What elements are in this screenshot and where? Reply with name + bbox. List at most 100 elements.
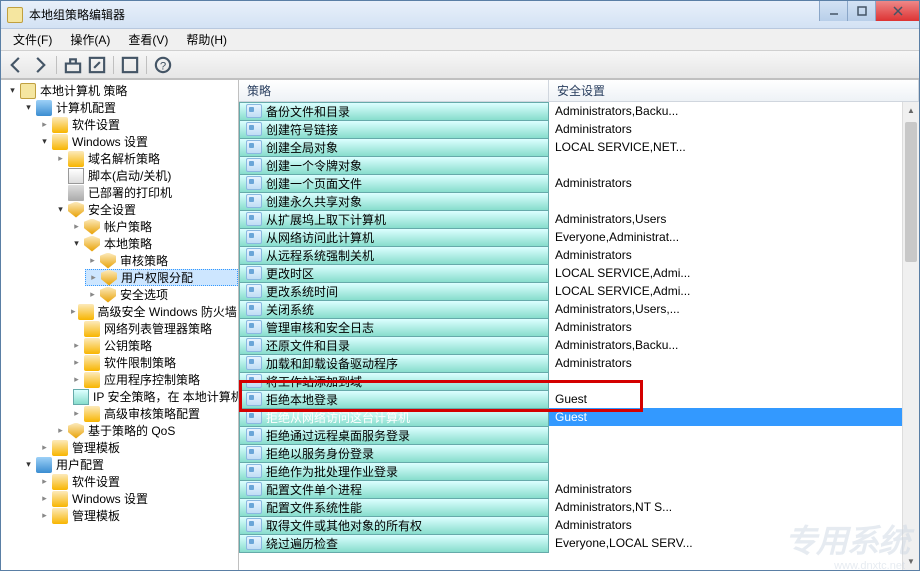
close-button[interactable] (875, 1, 919, 21)
script-icon (68, 168, 84, 184)
folder-icon (84, 372, 100, 388)
tree-u-software[interactable]: 软件设置 (37, 473, 238, 490)
tree-security-options[interactable]: 安全选项 (85, 286, 238, 303)
tree-name-resolution[interactable]: 域名解析策略 (53, 150, 238, 167)
tree-u-admin[interactable]: 管理模板 (37, 507, 238, 524)
tree-public-key[interactable]: 公钥策略 (69, 337, 238, 354)
tree-u-windows[interactable]: Windows 设置 (37, 490, 238, 507)
tree-local-policies[interactable]: 本地策略 (69, 235, 238, 252)
app-icon (7, 7, 23, 23)
policy-row[interactable]: 从扩展坞上取下计算机Administrators,Users (239, 210, 919, 228)
policy-row[interactable]: 更改系统时间 LOCAL SERVICE,Admi... (239, 282, 919, 300)
policy-row[interactable]: 配置文件系统性能Administrators,NT S... (239, 498, 919, 516)
tree-wfas[interactable]: 高级安全 Windows 防火墙 (69, 303, 238, 320)
tree-srp[interactable]: 软件限制策略 (69, 354, 238, 371)
policy-row[interactable]: 备份文件和目录Administrators,Backu... (239, 102, 919, 120)
policy-setting: Administrators (549, 248, 919, 262)
tree-ipsec[interactable]: IP 安全策略，在 本地计算机 (69, 388, 238, 405)
policy-row[interactable]: 还原文件和目录Administrators,Backu... (239, 336, 919, 354)
tree-admin-templates[interactable]: 管理模板 (37, 439, 238, 456)
policy-name: 拒绝作为批处理作业登录 (266, 463, 398, 480)
tree-nlm[interactable]: 网络列表管理器策略 (69, 320, 238, 337)
back-button[interactable] (5, 54, 27, 76)
tree-label: 管理模板 (72, 507, 120, 524)
policy-setting: LOCAL SERVICE,Admi... (549, 284, 919, 298)
vertical-scrollbar[interactable]: ▲ ▼ (902, 102, 919, 570)
menu-view[interactable]: 查看(V) (120, 29, 176, 50)
policy-row[interactable]: 将工作站添加到域 (239, 372, 919, 390)
menu-file[interactable]: 文件(F) (5, 29, 60, 50)
tree-computer-config[interactable]: 计算机配置 (21, 99, 238, 116)
menu-action[interactable]: 操作(A) (62, 29, 118, 50)
policy-row[interactable]: 从远程系统强制关机 Administrators (239, 246, 919, 264)
policy-row[interactable]: 拒绝作为批处理作业登录 (239, 462, 919, 480)
tree-root[interactable]: 本地计算机 策略 (5, 82, 238, 99)
tree-policy-qos[interactable]: 基于策略的 QoS (53, 422, 238, 439)
up-button[interactable] (62, 54, 84, 76)
scroll-up-arrow[interactable]: ▲ (903, 102, 919, 119)
policy-row[interactable]: 拒绝本地登录Guest (239, 390, 919, 408)
policy-icon (246, 500, 262, 514)
tree-audit-policy[interactable]: 审核策略 (85, 252, 238, 269)
tree-label: 审核策略 (120, 252, 168, 269)
policy-row[interactable]: 加载和卸载设备驱动程序Administrators (239, 354, 919, 372)
policy-row[interactable]: 更改时区LOCAL SERVICE,Admi... (239, 264, 919, 282)
tree-adv-audit[interactable]: 高级审核策略配置 (69, 405, 238, 422)
tree-app-control[interactable]: 应用程序控制策略 (69, 371, 238, 388)
tree-security-settings[interactable]: 安全设置 (53, 201, 238, 218)
tree-software-settings[interactable]: 软件设置 (37, 116, 238, 133)
policy-row[interactable]: 创建一个页面文件Administrators (239, 174, 919, 192)
svg-text:?: ? (160, 60, 166, 72)
tree-printers[interactable]: 已部署的打印机 (53, 184, 238, 201)
tree-windows-settings[interactable]: Windows 设置 (37, 133, 238, 150)
tree-pane[interactable]: 本地计算机 策略 计算机配置 软件设置 Windows 设置 域名解析策略 (1, 80, 239, 570)
policy-name: 创建符号链接 (266, 121, 338, 138)
help-button[interactable]: ? (152, 54, 174, 76)
policy-name: 从远程系统强制关机 (266, 247, 374, 264)
forward-button[interactable] (29, 54, 51, 76)
folder-icon (68, 151, 84, 167)
menu-help[interactable]: 帮助(H) (178, 29, 235, 50)
policy-row[interactable]: 拒绝通过远程桌面服务登录 (239, 426, 919, 444)
policy-row[interactable]: 配置文件单个进程Administrators (239, 480, 919, 498)
tree-account-policies[interactable]: 帐户策略 (69, 218, 238, 235)
policy-icon (246, 392, 262, 406)
policy-name: 创建永久共享对象 (266, 193, 362, 210)
ipsec-icon (73, 389, 89, 405)
list-body[interactable]: 备份文件和目录Administrators,Backu...创建符号链接Admi… (239, 102, 919, 570)
export-button[interactable] (86, 54, 108, 76)
policy-setting: Administrators,Backu... (549, 338, 919, 352)
policy-name: 配置文件单个进程 (266, 481, 362, 498)
policy-icon (246, 464, 262, 478)
policy-row[interactable]: 取得文件或其他对象的所有权Administrators (239, 516, 919, 534)
scroll-down-arrow[interactable]: ▼ (903, 553, 919, 570)
policy-row[interactable]: 绕过遍历检查Everyone,LOCAL SERV... (239, 534, 919, 552)
policy-row[interactable]: 关闭系统Administrators,Users,... (239, 300, 919, 318)
policy-icon (246, 212, 262, 226)
policy-name: 绕过遍历检查 (266, 535, 338, 552)
tree-user-rights[interactable]: 用户权限分配 (85, 269, 238, 286)
list-header: 策略 安全设置 (239, 80, 919, 102)
tree-scripts[interactable]: 脚本(启动/关机) (53, 167, 238, 184)
minimize-button[interactable] (819, 1, 847, 21)
tree-user-config[interactable]: 用户配置 (21, 456, 238, 473)
policy-icon (246, 248, 262, 262)
policy-row[interactable]: 创建符号链接Administrators (239, 120, 919, 138)
policy-icon (246, 284, 262, 298)
col-setting[interactable]: 安全设置 (549, 80, 919, 101)
policy-row[interactable]: 管理审核和安全日志Administrators (239, 318, 919, 336)
policy-row[interactable]: 拒绝从网络访问这台计算机Guest (239, 408, 919, 426)
policy-name: 从网络访问此计算机 (266, 229, 374, 246)
col-policy[interactable]: 策略 (239, 80, 549, 101)
policy-row[interactable]: 创建一个令牌对象 (239, 156, 919, 174)
policy-row[interactable]: 从网络访问此计算机Everyone,Administrat... (239, 228, 919, 246)
policy-row[interactable]: 创建永久共享对象 (239, 192, 919, 210)
maximize-button[interactable] (847, 1, 875, 21)
properties-button[interactable] (119, 54, 141, 76)
scroll-thumb[interactable] (905, 122, 917, 262)
policy-row[interactable]: 拒绝以服务身份登录 (239, 444, 919, 462)
tree-label: 安全设置 (88, 201, 136, 218)
policy-name: 更改系统时间 (266, 283, 338, 300)
policy-row[interactable]: 创建全局对象LOCAL SERVICE,NET... (239, 138, 919, 156)
folder-icon (78, 304, 94, 320)
